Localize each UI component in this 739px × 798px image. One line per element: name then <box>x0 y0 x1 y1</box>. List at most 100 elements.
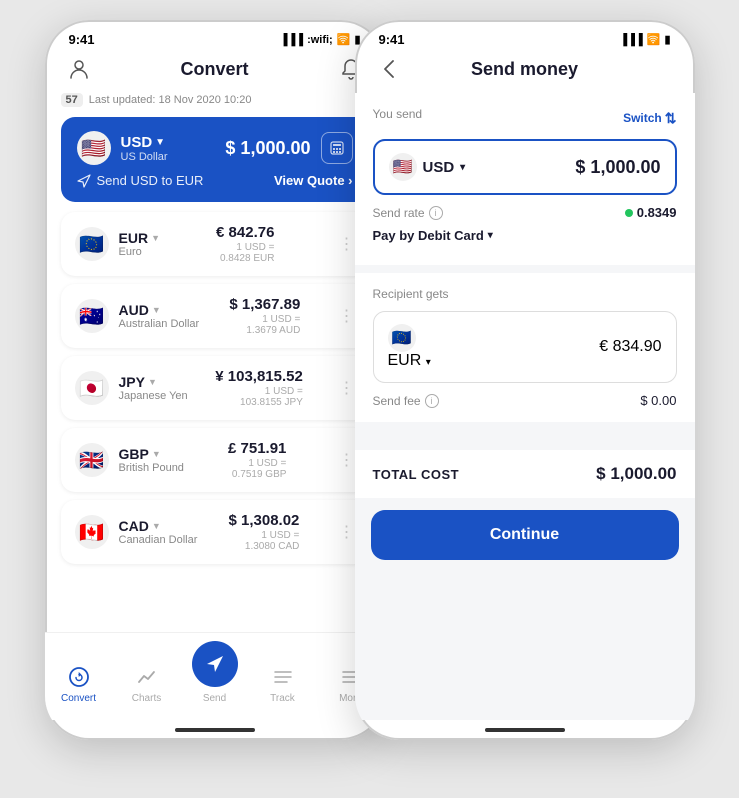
nav-convert[interactable]: Convert <box>45 665 113 704</box>
nav-track[interactable]: Track <box>249 665 317 704</box>
send-fee-row: Send fee i $ 0.00 <box>373 393 677 408</box>
currency-jpy[interactable]: 🇯🇵 JPY ▼ Japanese Yen ¥ 103,815.52 1 USD… <box>61 356 369 420</box>
jpy-flag: 🇯🇵 <box>75 371 109 405</box>
track-icon <box>271 665 295 689</box>
jpy-menu[interactable]: ⋮ <box>338 378 354 398</box>
status-bar-2: 9:41 ▐▐▐ 🛜 ▮ <box>355 20 695 51</box>
currency-aud[interactable]: 🇦🇺 AUD ▼ Australian Dollar $ 1,367.89 1 … <box>61 284 369 348</box>
gbp-flag: 🇬🇧 <box>75 443 109 477</box>
send-amount[interactable]: $ 1,000.00 <box>575 157 660 178</box>
continue-button[interactable]: Continue <box>371 510 679 560</box>
back-icon[interactable] <box>375 55 403 83</box>
calculator-icon[interactable] <box>321 132 353 164</box>
total-cost-value: $ 1,000.00 <box>596 464 676 484</box>
send-currency-code: USD <box>423 159 455 176</box>
convert-content: 57 Last updated: 18 Nov 2020 10:20 🇺🇸 US… <box>45 93 385 632</box>
status-icons-1: ▐▐▐ :wifi; 🛜 ▮ <box>280 33 361 46</box>
eur-menu[interactable]: ⋮ <box>339 234 355 254</box>
signal-icon-2: ▐▐▐ <box>619 34 642 46</box>
gbp-code: GBP ▼ <box>119 446 184 462</box>
send-rate-info-icon[interactable]: i <box>429 206 443 220</box>
nav-send-label: Send <box>203 693 226 704</box>
send-rate-row: Send rate i 0.8349 <box>373 205 677 220</box>
rate-status-dot <box>625 209 633 217</box>
pay-method-chevron: ▾ <box>488 230 493 241</box>
selected-currency-card[interactable]: 🇺🇸 USD ▼ US Dollar $ 1,000.00 <box>61 117 369 202</box>
cad-menu[interactable]: ⋮ <box>338 522 354 542</box>
recipient-input-row[interactable]: 🇪🇺 EUR ▾ € 834.90 <box>373 311 677 383</box>
currency-list: 🇪🇺 EUR ▼ Euro € 842.76 1 USD =0.8428 EUR… <box>61 212 369 564</box>
last-updated-bar: 57 Last updated: 18 Nov 2020 10:20 <box>61 93 369 107</box>
selected-currency-code: USD ▼ <box>121 134 168 151</box>
phone-convert: 9:41 ▐▐▐ :wifi; 🛜 ▮ Convert <box>45 20 385 740</box>
view-quote-btn[interactable]: View Quote › <box>274 173 353 188</box>
jpy-name: Japanese Yen <box>119 390 188 402</box>
currency-cad[interactable]: 🇨🇦 CAD ▼ Canadian Dollar $ 1,308.02 1 US… <box>61 500 369 564</box>
recipient-currency-code: EUR <box>388 352 422 369</box>
nav-send[interactable]: Send <box>181 641 249 704</box>
gbp-name: British Pound <box>119 462 184 474</box>
eur-flag: 🇪🇺 <box>75 227 109 261</box>
nav-track-label: Track <box>270 693 295 704</box>
profile-icon[interactable] <box>65 55 93 83</box>
cad-flag: 🇨🇦 <box>75 515 109 549</box>
nav-convert-label: Convert <box>61 693 96 704</box>
convert-icon <box>67 665 91 689</box>
usd-flag: 🇺🇸 <box>77 131 111 165</box>
aud-name: Australian Dollar <box>119 318 200 330</box>
cad-name: Canadian Dollar <box>119 534 198 546</box>
time-2: 9:41 <box>379 32 405 47</box>
nav-charts-label: Charts <box>132 693 161 704</box>
pay-method-row: Pay by Debit Card ▾ <box>373 228 677 243</box>
send-button[interactable] <box>192 641 238 687</box>
recipient-amount: € 834.90 <box>599 338 661 356</box>
status-icons-2: ▐▐▐ 🛜 ▮ <box>619 33 670 46</box>
recipient-flag: 🇪🇺 <box>388 324 416 352</box>
send-rate-label: Send rate i <box>373 206 443 220</box>
send-label: Send USD to EUR <box>77 173 204 188</box>
jpy-amount: ¥ 103,815.52 <box>215 368 303 385</box>
jpy-code: JPY ▼ <box>119 374 188 390</box>
update-text: Last updated: 18 Nov 2020 10:20 <box>89 94 252 106</box>
time-1: 9:41 <box>69 32 95 47</box>
eur-amount: € 842.76 <box>216 224 274 241</box>
currency-eur[interactable]: 🇪🇺 EUR ▼ Euro € 842.76 1 USD =0.8428 EUR… <box>61 212 369 276</box>
aud-amount: $ 1,367.89 <box>229 296 300 313</box>
you-send-input-row[interactable]: 🇺🇸 USD ▾ $ 1,000.00 <box>373 139 677 195</box>
wifi-icon-3: 🛜 <box>647 33 661 46</box>
selected-currency-amount: $ 1,000.00 <box>225 138 310 159</box>
send-currency-selector[interactable]: 🇺🇸 USD ▾ <box>389 153 466 181</box>
send-fee-info-icon[interactable]: i <box>425 394 439 408</box>
header-2: Send money <box>355 51 695 93</box>
pay-method-label: Pay by Debit Card <box>373 228 484 243</box>
charts-icon <box>135 665 159 689</box>
send-flag: 🇺🇸 <box>389 153 417 181</box>
aud-flag: 🇦🇺 <box>75 299 109 333</box>
wifi-icon-2: 🛜 <box>337 33 351 46</box>
send-currency-chevron: ▾ <box>460 162 465 173</box>
currency-gbp[interactable]: 🇬🇧 GBP ▼ British Pound £ 751.91 1 USD =0… <box>61 428 369 492</box>
pay-method-selector[interactable]: Pay by Debit Card ▾ <box>373 228 493 243</box>
bottom-nav-1: Convert Charts Send <box>45 632 385 720</box>
aud-menu[interactable]: ⋮ <box>338 306 354 326</box>
total-cost-label: TOTAL COST <box>373 467 460 482</box>
you-send-section: You send Switch ⇅ 🇺🇸 USD ▾ $ 1,000.00 <box>355 93 695 265</box>
send-money-content: You send Switch ⇅ 🇺🇸 USD ▾ $ 1,000.00 <box>355 93 695 720</box>
nav-charts[interactable]: Charts <box>113 665 181 704</box>
switch-button[interactable]: Switch ⇅ <box>623 110 676 127</box>
recipient-currency-selector[interactable]: 🇪🇺 EUR ▾ <box>388 324 431 370</box>
gbp-menu[interactable]: ⋮ <box>338 450 354 470</box>
home-indicator-2 <box>355 720 695 740</box>
page-title-2: Send money <box>403 59 647 80</box>
recipient-gets-section: Recipient gets 🇪🇺 EUR ▾ € 834.90 Send fe… <box>355 273 695 422</box>
recipient-gets-label: Recipient gets <box>373 287 677 301</box>
aud-rate: 1 USD =1.3679 AUD <box>246 314 300 336</box>
battery-icon-2: ▮ <box>664 33 670 46</box>
phone-send-money: 9:41 ▐▐▐ 🛜 ▮ Send money You send <box>355 20 695 740</box>
wifi-icon: :wifi; <box>307 34 333 46</box>
cad-rate: 1 USD =1.3080 CAD <box>245 530 299 552</box>
cad-code: CAD ▼ <box>119 518 198 534</box>
gbp-rate: 1 USD =0.7519 GBP <box>232 458 286 480</box>
eur-rate: 1 USD =0.8428 EUR <box>220 242 274 264</box>
status-bar-1: 9:41 ▐▐▐ :wifi; 🛜 ▮ <box>45 20 385 51</box>
